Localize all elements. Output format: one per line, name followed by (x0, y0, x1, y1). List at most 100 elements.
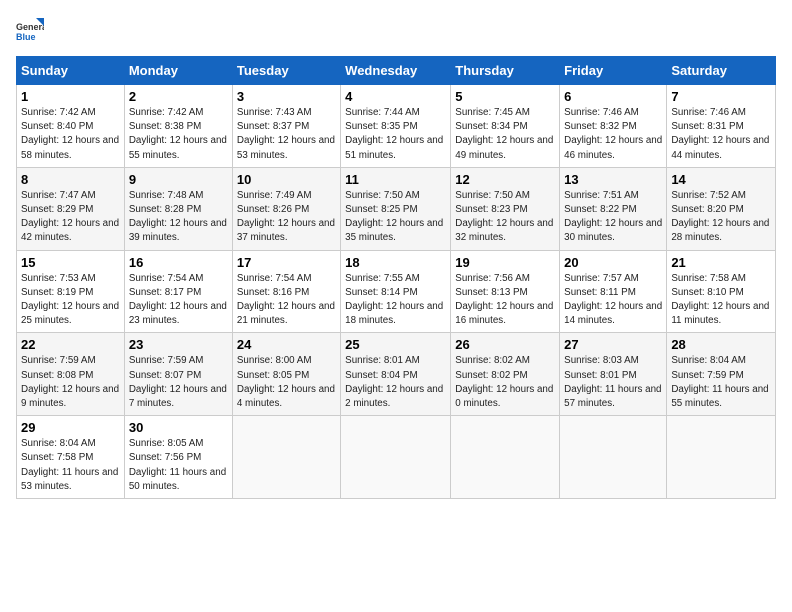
header-sunday: Sunday (17, 57, 125, 85)
day-info: Sunrise: 7:52 AM Sunset: 8:20 PM Dayligh… (671, 189, 771, 246)
day-info: Sunrise: 8:05 AM Sunset: 7:56 PM Dayligh… (129, 437, 228, 494)
day-info: Sunrise: 7:47 AM Sunset: 8:29 PM Dayligh… (21, 189, 120, 246)
day-info: Sunrise: 7:59 AM Sunset: 8:07 PM Dayligh… (129, 354, 228, 411)
calendar-cell: 30 Sunrise: 8:05 AM Sunset: 7:56 PM Dayl… (124, 416, 232, 499)
day-info: Sunrise: 7:56 AM Sunset: 8:13 PM Dayligh… (455, 272, 555, 329)
day-number: 27 (564, 337, 662, 352)
calendar-cell: 21 Sunrise: 7:58 AM Sunset: 8:10 PM Dayl… (667, 250, 776, 333)
calendar-cell (560, 416, 667, 499)
day-info: Sunrise: 7:50 AM Sunset: 8:23 PM Dayligh… (455, 189, 555, 246)
day-number: 10 (237, 172, 336, 187)
logo-icon: General Blue (16, 16, 44, 44)
header-friday: Friday (560, 57, 667, 85)
calendar-week-4: 22 Sunrise: 7:59 AM Sunset: 8:08 PM Dayl… (17, 333, 776, 416)
day-number: 17 (237, 255, 336, 270)
day-number: 25 (345, 337, 446, 352)
day-info: Sunrise: 7:55 AM Sunset: 8:14 PM Dayligh… (345, 272, 446, 329)
calendar-cell: 10 Sunrise: 7:49 AM Sunset: 8:26 PM Dayl… (232, 167, 340, 250)
day-number: 28 (671, 337, 771, 352)
day-info: Sunrise: 7:57 AM Sunset: 8:11 PM Dayligh… (564, 272, 662, 329)
day-info: Sunrise: 7:43 AM Sunset: 8:37 PM Dayligh… (237, 106, 336, 163)
calendar-cell: 28 Sunrise: 8:04 AM Sunset: 7:59 PM Dayl… (667, 333, 776, 416)
day-info: Sunrise: 8:00 AM Sunset: 8:05 PM Dayligh… (237, 354, 336, 411)
day-info: Sunrise: 7:51 AM Sunset: 8:22 PM Dayligh… (564, 189, 662, 246)
calendar-cell (667, 416, 776, 499)
day-number: 3 (237, 89, 336, 104)
day-number: 29 (21, 420, 120, 435)
day-number: 26 (455, 337, 555, 352)
calendar-cell: 25 Sunrise: 8:01 AM Sunset: 8:04 PM Dayl… (341, 333, 451, 416)
calendar-cell: 5 Sunrise: 7:45 AM Sunset: 8:34 PM Dayli… (451, 85, 560, 168)
day-info: Sunrise: 7:54 AM Sunset: 8:17 PM Dayligh… (129, 272, 228, 329)
day-info: Sunrise: 7:53 AM Sunset: 8:19 PM Dayligh… (21, 272, 120, 329)
day-info: Sunrise: 8:04 AM Sunset: 7:59 PM Dayligh… (671, 354, 771, 411)
day-info: Sunrise: 7:42 AM Sunset: 8:38 PM Dayligh… (129, 106, 228, 163)
day-number: 11 (345, 172, 446, 187)
day-number: 8 (21, 172, 120, 187)
day-number: 5 (455, 89, 555, 104)
calendar-week-1: 1 Sunrise: 7:42 AM Sunset: 8:40 PM Dayli… (17, 85, 776, 168)
header-saturday: Saturday (667, 57, 776, 85)
calendar-cell: 8 Sunrise: 7:47 AM Sunset: 8:29 PM Dayli… (17, 167, 125, 250)
day-number: 16 (129, 255, 228, 270)
calendar-cell (451, 416, 560, 499)
calendar-cell: 4 Sunrise: 7:44 AM Sunset: 8:35 PM Dayli… (341, 85, 451, 168)
calendar-cell: 2 Sunrise: 7:42 AM Sunset: 8:38 PM Dayli… (124, 85, 232, 168)
calendar-week-2: 8 Sunrise: 7:47 AM Sunset: 8:29 PM Dayli… (17, 167, 776, 250)
day-number: 22 (21, 337, 120, 352)
calendar-cell: 11 Sunrise: 7:50 AM Sunset: 8:25 PM Dayl… (341, 167, 451, 250)
day-number: 12 (455, 172, 555, 187)
calendar-cell: 15 Sunrise: 7:53 AM Sunset: 8:19 PM Dayl… (17, 250, 125, 333)
day-info: Sunrise: 7:46 AM Sunset: 8:31 PM Dayligh… (671, 106, 771, 163)
day-number: 6 (564, 89, 662, 104)
page-header: General Blue (16, 16, 776, 44)
svg-text:General: General (16, 22, 44, 32)
calendar-cell: 17 Sunrise: 7:54 AM Sunset: 8:16 PM Dayl… (232, 250, 340, 333)
calendar-cell: 18 Sunrise: 7:55 AM Sunset: 8:14 PM Dayl… (341, 250, 451, 333)
day-number: 7 (671, 89, 771, 104)
calendar-cell: 6 Sunrise: 7:46 AM Sunset: 8:32 PM Dayli… (560, 85, 667, 168)
day-info: Sunrise: 7:58 AM Sunset: 8:10 PM Dayligh… (671, 272, 771, 329)
calendar-cell: 1 Sunrise: 7:42 AM Sunset: 8:40 PM Dayli… (17, 85, 125, 168)
calendar-cell: 12 Sunrise: 7:50 AM Sunset: 8:23 PM Dayl… (451, 167, 560, 250)
day-info: Sunrise: 7:42 AM Sunset: 8:40 PM Dayligh… (21, 106, 120, 163)
day-number: 14 (671, 172, 771, 187)
calendar-week-5: 29 Sunrise: 8:04 AM Sunset: 7:58 PM Dayl… (17, 416, 776, 499)
day-info: Sunrise: 7:54 AM Sunset: 8:16 PM Dayligh… (237, 272, 336, 329)
calendar-cell: 29 Sunrise: 8:04 AM Sunset: 7:58 PM Dayl… (17, 416, 125, 499)
day-number: 24 (237, 337, 336, 352)
day-number: 13 (564, 172, 662, 187)
day-info: Sunrise: 8:01 AM Sunset: 8:04 PM Dayligh… (345, 354, 446, 411)
calendar-cell: 26 Sunrise: 8:02 AM Sunset: 8:02 PM Dayl… (451, 333, 560, 416)
day-info: Sunrise: 7:48 AM Sunset: 8:28 PM Dayligh… (129, 189, 228, 246)
header-tuesday: Tuesday (232, 57, 340, 85)
calendar-cell: 24 Sunrise: 8:00 AM Sunset: 8:05 PM Dayl… (232, 333, 340, 416)
day-info: Sunrise: 7:49 AM Sunset: 8:26 PM Dayligh… (237, 189, 336, 246)
calendar-cell: 9 Sunrise: 7:48 AM Sunset: 8:28 PM Dayli… (124, 167, 232, 250)
calendar-cell (341, 416, 451, 499)
day-number: 2 (129, 89, 228, 104)
day-info: Sunrise: 7:59 AM Sunset: 8:08 PM Dayligh… (21, 354, 120, 411)
calendar-table: SundayMondayTuesdayWednesdayThursdayFrid… (16, 56, 776, 499)
calendar-cell: 16 Sunrise: 7:54 AM Sunset: 8:17 PM Dayl… (124, 250, 232, 333)
day-number: 20 (564, 255, 662, 270)
calendar-cell: 23 Sunrise: 7:59 AM Sunset: 8:07 PM Dayl… (124, 333, 232, 416)
header-monday: Monday (124, 57, 232, 85)
day-info: Sunrise: 7:50 AM Sunset: 8:25 PM Dayligh… (345, 189, 446, 246)
calendar-cell: 27 Sunrise: 8:03 AM Sunset: 8:01 PM Dayl… (560, 333, 667, 416)
calendar-week-3: 15 Sunrise: 7:53 AM Sunset: 8:19 PM Dayl… (17, 250, 776, 333)
day-number: 30 (129, 420, 228, 435)
day-number: 9 (129, 172, 228, 187)
calendar-cell (232, 416, 340, 499)
calendar-header: SundayMondayTuesdayWednesdayThursdayFrid… (17, 57, 776, 85)
calendar-cell: 3 Sunrise: 7:43 AM Sunset: 8:37 PM Dayli… (232, 85, 340, 168)
day-info: Sunrise: 8:02 AM Sunset: 8:02 PM Dayligh… (455, 354, 555, 411)
calendar-cell: 20 Sunrise: 7:57 AM Sunset: 8:11 PM Dayl… (560, 250, 667, 333)
day-info: Sunrise: 8:03 AM Sunset: 8:01 PM Dayligh… (564, 354, 662, 411)
day-number: 18 (345, 255, 446, 270)
calendar-cell: 7 Sunrise: 7:46 AM Sunset: 8:31 PM Dayli… (667, 85, 776, 168)
header-thursday: Thursday (451, 57, 560, 85)
calendar-cell: 14 Sunrise: 7:52 AM Sunset: 8:20 PM Dayl… (667, 167, 776, 250)
day-number: 19 (455, 255, 555, 270)
day-info: Sunrise: 8:04 AM Sunset: 7:58 PM Dayligh… (21, 437, 120, 494)
